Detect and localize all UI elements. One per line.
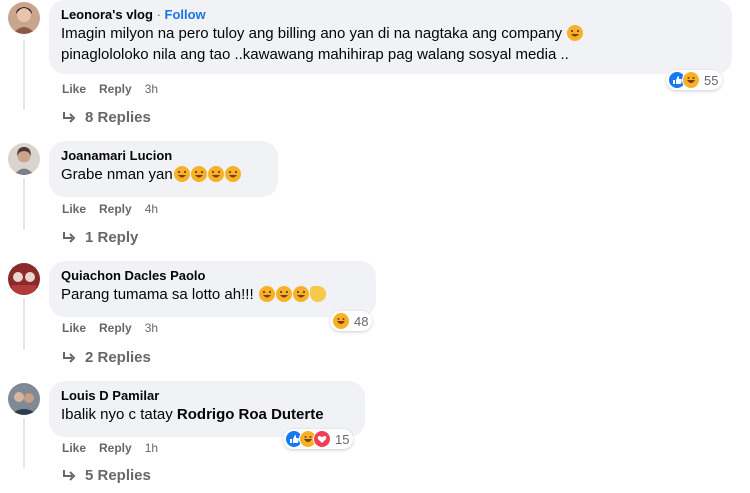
view-replies-button[interactable]: 1 Reply [62, 228, 138, 248]
author-name[interactable]: Joanamari Lucion [61, 147, 266, 164]
comment-bubble: Quiachon Dacles Paolo Parang tumama sa l… [49, 261, 376, 317]
author-name[interactable]: Louis D Pamilar [61, 387, 353, 404]
reply-button[interactable]: Reply [99, 81, 132, 97]
author-name[interactable]: Leonora's vlog [61, 7, 153, 22]
replies-count-label: 8 Replies [85, 109, 151, 126]
reaction-count: 55 [704, 72, 719, 88]
grin-emoji-icon [207, 166, 224, 182]
replies-count-label: 2 Replies [85, 349, 151, 366]
thread-line [23, 298, 25, 350]
view-replies-button[interactable]: 5 Replies [62, 466, 151, 486]
follow-separator: · [152, 7, 165, 22]
avatar[interactable] [8, 383, 40, 415]
comment-text-content: Ibalik nyo c tatay [61, 406, 177, 423]
comment-actions: Like Reply 4h [62, 201, 158, 217]
thread-line [23, 40, 25, 110]
reaction-summary[interactable]: 15 [283, 429, 354, 449]
timestamp[interactable]: 3h [145, 320, 158, 336]
reply-button[interactable]: Reply [99, 320, 132, 336]
love-reaction-icon [313, 430, 331, 448]
comment-text: Parang tumama sa lotto ah!!! [61, 284, 364, 305]
comment-text-content: Grabe nman yan [61, 166, 173, 183]
rolling-laugh-emoji-icon [567, 25, 584, 41]
haha-reaction-icon [332, 312, 350, 330]
avatar[interactable] [8, 263, 40, 295]
comment-text: Grabe nman yan [61, 164, 266, 185]
timestamp[interactable]: 4h [145, 201, 158, 217]
timestamp[interactable]: 3h [145, 81, 158, 97]
follow-button[interactable]: Follow [165, 7, 206, 22]
haha-reaction-icon [682, 71, 700, 89]
reply-arrow-icon [63, 112, 76, 123]
comment-author: Leonora's vlog · Follow [61, 6, 720, 23]
comment-bubble: Leonora's vlog · Follow Imagin milyon na… [49, 0, 732, 74]
view-replies-button[interactable]: 8 Replies [62, 108, 151, 128]
rolling-laugh-emoji-icon [258, 286, 275, 302]
like-button[interactable]: Like [62, 201, 86, 217]
author-name[interactable]: Quiachon Dacles Paolo [61, 267, 364, 284]
reply-button[interactable]: Reply [99, 201, 132, 217]
like-button[interactable]: Like [62, 81, 86, 97]
avatar[interactable] [8, 2, 40, 34]
reaction-summary[interactable]: 55 [666, 70, 723, 90]
reply-arrow-icon [63, 470, 76, 481]
thread-line [23, 418, 25, 468]
reaction-count: 48 [354, 313, 369, 329]
reply-arrow-icon [63, 352, 76, 363]
reply-button[interactable]: Reply [99, 440, 132, 456]
rolling-laugh-emoji-icon [292, 286, 309, 302]
mentioned-name-link[interactable]: Rodrigo Roa Duterte [177, 406, 324, 423]
like-button[interactable]: Like [62, 320, 86, 336]
replies-count-label: 1 Reply [85, 229, 139, 246]
view-replies-button[interactable]: 2 Replies [62, 348, 151, 368]
comment-actions: Like Reply 3h [62, 81, 158, 97]
avatar[interactable] [8, 143, 40, 175]
comment-actions: Like Reply 1h [62, 440, 158, 456]
comment-text: Ibalik nyo c tatay Rodrigo Roa Duterte [61, 404, 353, 425]
comment-actions: Like Reply 3h [62, 320, 158, 336]
thread-line [23, 178, 25, 230]
grin-emoji-icon [190, 166, 207, 182]
like-button[interactable]: Like [62, 440, 86, 456]
grin-emoji-icon [224, 166, 241, 182]
comment-text-line-2: pinaglololoko nila ang tao ..kawawang ma… [61, 46, 569, 63]
comment-text-content: Parang tumama sa lotto ah!!! [61, 286, 254, 303]
rolling-laugh-emoji-icon [275, 286, 292, 302]
comment-text-line-1: Imagin milyon na pero tuloy ang billing … [61, 25, 563, 42]
reply-arrow-icon [63, 232, 76, 243]
timestamp[interactable]: 1h [145, 440, 158, 456]
comment-text: Imagin milyon na pero tuloy ang billing … [61, 23, 720, 44]
grin-emoji-icon [173, 166, 190, 182]
comment-bubble: Joanamari Lucion Grabe nman yan [49, 141, 278, 197]
clap-emoji-icon [309, 286, 326, 302]
reaction-summary[interactable]: 48 [330, 311, 373, 331]
reaction-count: 15 [335, 431, 350, 447]
replies-count-label: 5 Replies [85, 467, 151, 484]
